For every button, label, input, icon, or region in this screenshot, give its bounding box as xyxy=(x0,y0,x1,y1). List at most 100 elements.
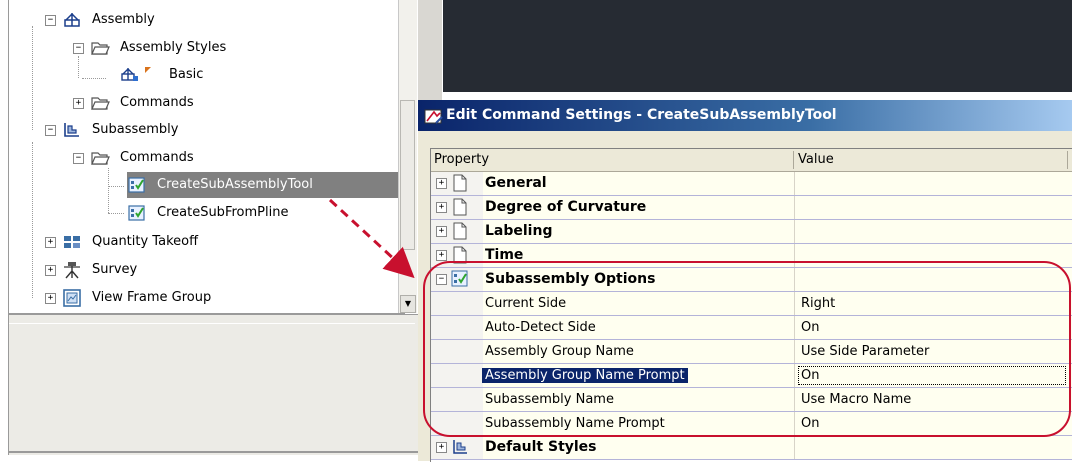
value-cell xyxy=(795,196,1072,219)
grid-gutter xyxy=(431,412,483,435)
grid-gutter xyxy=(431,340,483,363)
command-check-icon xyxy=(127,176,147,194)
expand-icon[interactable]: + xyxy=(45,292,56,304)
edit-command-settings-dialog: Edit Command Settings - CreateSubAssembl… xyxy=(418,100,1072,462)
collapse-icon[interactable]: − xyxy=(73,152,84,164)
property-value[interactable]: On xyxy=(801,316,819,339)
category-general[interactable]: + General xyxy=(431,172,1072,196)
column-separator[interactable] xyxy=(793,151,794,169)
category-subassembly-options[interactable]: − Subassembly Options xyxy=(431,268,1072,292)
tree-item-commands[interactable]: + Commands xyxy=(73,90,198,116)
value-cell xyxy=(795,172,1072,195)
divider xyxy=(8,451,418,453)
tree-item-assembly-styles[interactable]: − Assembly Styles xyxy=(73,35,230,61)
value-cell xyxy=(795,412,1072,435)
survey-icon xyxy=(62,261,82,279)
tree-item-label: Basic xyxy=(169,67,204,82)
collapse-icon[interactable]: − xyxy=(45,14,56,26)
tree-connector xyxy=(82,78,106,79)
property-value[interactable]: Use Side Parameter xyxy=(801,340,929,363)
column-separator[interactable] xyxy=(1067,151,1068,169)
page-icon xyxy=(451,174,469,192)
tree-item-view-frame-group[interactable]: + View Frame Group xyxy=(45,285,215,311)
property-value[interactable]: On xyxy=(801,412,819,435)
property-value[interactable]: On xyxy=(798,366,1066,385)
tree-item-assembly[interactable]: − Assembly xyxy=(45,7,159,33)
category-label: Subassembly Options xyxy=(485,271,656,287)
tree-item-basic[interactable]: Basic xyxy=(119,62,207,88)
collapse-icon[interactable]: − xyxy=(436,274,447,285)
assembly-icon xyxy=(62,11,82,29)
drawing-area xyxy=(443,0,1072,92)
expand-icon[interactable]: + xyxy=(45,264,56,276)
tree-item-label: Commands xyxy=(120,150,194,165)
tree-item-subassembly[interactable]: − Subassembly xyxy=(45,117,182,143)
expand-icon[interactable]: + xyxy=(436,178,447,189)
value-cell xyxy=(795,244,1072,267)
category-default-styles[interactable]: + Default Styles xyxy=(431,436,1072,460)
command-check-icon xyxy=(127,204,147,222)
tree-item-label: CreateSubFromPline xyxy=(157,205,289,220)
property-subassembly-name-prompt[interactable]: Subassembly Name Prompt On xyxy=(431,412,1072,436)
tree-item-commands[interactable]: − Commands xyxy=(73,145,198,171)
expand-icon[interactable]: + xyxy=(436,226,447,237)
grid-gutter xyxy=(431,388,483,411)
property-value[interactable]: Use Macro Name xyxy=(801,388,911,411)
collapse-icon[interactable]: − xyxy=(45,124,56,136)
column-header-property[interactable]: Property xyxy=(431,149,489,171)
property-assembly-group-name[interactable]: Assembly Group Name Use Side Parameter xyxy=(431,340,1072,364)
expand-icon[interactable]: + xyxy=(73,97,84,109)
category-labeling[interactable]: + Labeling xyxy=(431,220,1072,244)
dialog-app-icon xyxy=(424,107,444,125)
property-current-side[interactable]: Current Side Right xyxy=(431,292,1072,316)
expand-icon[interactable]: + xyxy=(436,250,447,261)
page-icon xyxy=(451,222,469,240)
folder-open-icon xyxy=(90,149,110,167)
value-cell xyxy=(795,268,1072,291)
category-label: Default Styles xyxy=(485,439,597,455)
tree-item-label: CreateSubAssemblyTool xyxy=(157,177,313,192)
scroll-down-arrow-icon[interactable]: ▼ xyxy=(400,295,416,313)
dialog-title: Edit Command Settings - CreateSubAssembl… xyxy=(446,107,837,123)
tree-item-quantity-takeoff[interactable]: + Quantity Takeoff xyxy=(45,229,202,255)
value-cell xyxy=(795,436,1072,459)
expand-icon[interactable]: + xyxy=(436,202,447,213)
column-header-value[interactable]: Value xyxy=(795,149,834,171)
property-label: Auto-Detect Side xyxy=(485,320,596,335)
splitter[interactable] xyxy=(418,0,442,100)
grid-gutter xyxy=(431,316,483,339)
property-label: Current Side xyxy=(485,296,567,311)
tree-item-createsubassemblytool[interactable]: CreateSubAssemblyTool xyxy=(127,172,317,198)
collapse-icon[interactable]: − xyxy=(73,42,84,54)
property-subassembly-name[interactable]: Subassembly Name Use Macro Name xyxy=(431,388,1072,412)
tree-connector xyxy=(32,142,33,298)
category-time[interactable]: + Time xyxy=(431,244,1072,268)
property-value[interactable]: Right xyxy=(801,292,835,315)
grid-header: Property Value xyxy=(431,149,1072,172)
assembly-style-icon xyxy=(119,66,159,84)
grid-gutter xyxy=(431,364,483,387)
property-cell xyxy=(483,244,795,267)
tree-item-label: Quantity Takeoff xyxy=(92,234,199,249)
quantity-takeoff-icon xyxy=(62,233,82,251)
tree-scrollbar[interactable]: ▼ xyxy=(398,0,417,313)
dialog-titlebar[interactable]: Edit Command Settings - CreateSubAssembl… xyxy=(418,100,1072,131)
tree-item-label: Assembly Styles xyxy=(120,40,227,55)
view-frame-icon xyxy=(62,289,82,307)
expand-icon[interactable]: + xyxy=(45,236,56,248)
category-degree-of-curvature[interactable]: + Degree of Curvature xyxy=(431,196,1072,220)
property-assembly-group-name-prompt[interactable]: Assembly Group Name Prompt On xyxy=(431,364,1072,388)
value-cell xyxy=(795,316,1072,339)
folder-open-icon xyxy=(90,94,110,112)
folder-open-icon xyxy=(90,39,110,57)
tree-item-survey[interactable]: + Survey xyxy=(45,257,141,283)
expand-icon[interactable]: + xyxy=(436,442,447,453)
tree-connector xyxy=(32,26,33,130)
tree-connector xyxy=(108,186,124,187)
page-icon xyxy=(451,198,469,216)
scrollbar-thumb[interactable] xyxy=(400,100,415,250)
tree-item-createsubfrompline[interactable]: CreateSubFromPline xyxy=(127,200,292,226)
value-cell xyxy=(795,220,1072,243)
category-label: Degree of Curvature xyxy=(485,199,647,215)
property-auto-detect-side[interactable]: Auto-Detect Side On xyxy=(431,316,1072,340)
